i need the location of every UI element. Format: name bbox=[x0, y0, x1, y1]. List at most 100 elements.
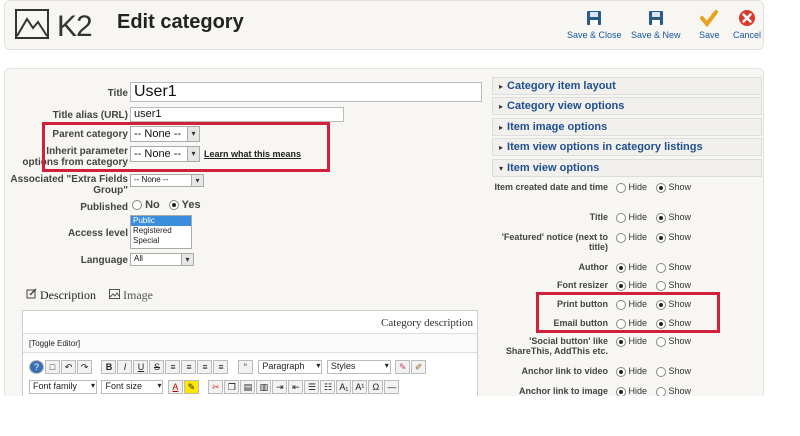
save-icon bbox=[587, 11, 602, 25]
extra-fields-select[interactable]: -- None -- ▾ bbox=[130, 174, 204, 187]
help-icon[interactable]: ? bbox=[29, 359, 44, 374]
option-label: Item created date and time bbox=[494, 182, 608, 192]
paste-icon[interactable]: ▤ bbox=[240, 379, 256, 394]
section-item-image-options[interactable]: ▸ Item image options bbox=[492, 118, 762, 136]
show-radio[interactable] bbox=[656, 262, 666, 273]
access-level-listbox[interactable]: Public Registered Special bbox=[130, 215, 192, 249]
paste-text-icon[interactable]: ▥ bbox=[256, 379, 272, 394]
show-radio[interactable] bbox=[656, 182, 666, 193]
access-option-special[interactable]: Special bbox=[131, 236, 191, 246]
option-featured-notice: 'Featured' notice (next to title) Hide S… bbox=[492, 232, 762, 256]
bold-icon[interactable]: B bbox=[101, 359, 117, 374]
hide-radio[interactable] bbox=[616, 336, 626, 347]
superscript-icon[interactable]: A¹ bbox=[352, 379, 368, 394]
toggle-editor-link[interactable]: [Toggle Editor] bbox=[29, 339, 80, 348]
tab-description-label: Description bbox=[40, 288, 96, 302]
paint-icon[interactable]: ✐ bbox=[411, 359, 427, 374]
hide-radio[interactable] bbox=[616, 232, 626, 243]
show-radio[interactable] bbox=[656, 212, 666, 223]
chevron-down-icon: ▾ bbox=[181, 254, 193, 265]
access-option-public[interactable]: Public bbox=[131, 216, 191, 226]
tab-description[interactable]: Description bbox=[26, 288, 99, 302]
hide-label: Hide bbox=[628, 336, 648, 346]
save-button[interactable]: Save bbox=[699, 9, 720, 40]
language-label: Language bbox=[80, 255, 128, 266]
access-option-registered[interactable]: Registered bbox=[131, 226, 191, 236]
show-radio[interactable] bbox=[656, 280, 666, 291]
section-item-view-options[interactable]: ▾ Item view options bbox=[492, 159, 762, 177]
title-label: Title bbox=[107, 88, 128, 99]
blockquote-icon[interactable]: “ bbox=[237, 359, 253, 374]
option-label: 'Social button' like ShareThis, AddThis … bbox=[505, 336, 608, 356]
image-icon bbox=[109, 289, 120, 299]
section-category-item-layout[interactable]: ▸ Category item layout bbox=[492, 77, 762, 95]
option-anchor-video: Anchor link to video Hide Show bbox=[492, 366, 762, 380]
font-family-select[interactable]: Font family ▾ bbox=[29, 379, 97, 394]
chevron-down-icon: ▾ bbox=[316, 360, 321, 370]
bullet-list-icon[interactable]: ☰ bbox=[304, 379, 320, 394]
hide-radio[interactable] bbox=[616, 262, 626, 273]
strikethrough-icon[interactable]: S bbox=[149, 359, 165, 374]
format-select[interactable]: Paragraph ▾ bbox=[258, 359, 323, 374]
text-color-icon[interactable]: A bbox=[167, 379, 183, 394]
special-char-icon[interactable]: Ω bbox=[368, 379, 384, 394]
language-select[interactable]: All ▾ bbox=[130, 253, 194, 266]
subscript-icon[interactable]: A₁ bbox=[336, 379, 352, 394]
check-icon bbox=[700, 10, 719, 27]
highlight-icon[interactable]: ✎ bbox=[183, 379, 199, 394]
chevron-down-icon: ▾ bbox=[191, 175, 203, 186]
outdent-icon[interactable]: ⇤ bbox=[288, 379, 304, 394]
title-input[interactable]: User1 bbox=[130, 82, 482, 102]
section-label: Category item layout bbox=[507, 80, 616, 92]
published-radio-group: No Yes bbox=[132, 199, 201, 211]
align-justify-icon[interactable]: ≡ bbox=[213, 359, 229, 374]
undo-icon[interactable]: ↶ bbox=[61, 359, 76, 374]
chevron-down-icon: ▾ bbox=[384, 360, 389, 370]
copy-icon[interactable]: ❐ bbox=[224, 379, 240, 394]
align-right-icon[interactable]: ≡ bbox=[197, 359, 213, 374]
published-no-radio[interactable] bbox=[132, 200, 142, 211]
save-new-button[interactable]: Save & New bbox=[631, 9, 681, 40]
show-radio[interactable] bbox=[656, 336, 666, 347]
extra-fields-value: -- None -- bbox=[134, 175, 169, 184]
published-yes-radio[interactable] bbox=[168, 200, 179, 211]
show-radio[interactable] bbox=[656, 366, 666, 377]
section-item-view-options-listings[interactable]: ▸ Item view options in category listings bbox=[492, 138, 762, 156]
cancel-label: Cancel bbox=[733, 30, 762, 40]
new-document-icon[interactable]: □ bbox=[45, 359, 60, 374]
option-label: Title bbox=[589, 212, 608, 222]
cut-icon[interactable]: ✂ bbox=[208, 379, 224, 394]
save-close-button[interactable]: Save & Close bbox=[567, 9, 622, 40]
hide-radio[interactable] bbox=[616, 280, 626, 291]
alias-input[interactable]: user1 bbox=[130, 107, 344, 122]
hide-radio[interactable] bbox=[616, 366, 626, 377]
eraser-icon[interactable]: ✎ bbox=[395, 359, 411, 374]
hide-label: Hide bbox=[628, 280, 648, 290]
published-label: Published bbox=[80, 202, 128, 213]
redo-icon[interactable]: ↷ bbox=[77, 359, 92, 374]
show-radio[interactable] bbox=[656, 232, 666, 243]
section-label: Item view options in category listings bbox=[507, 141, 703, 153]
option-label: Author bbox=[578, 262, 609, 272]
align-center-icon[interactable]: ≡ bbox=[181, 359, 197, 374]
numbered-list-icon[interactable]: ☷ bbox=[320, 379, 336, 394]
cancel-button[interactable]: Cancel bbox=[733, 9, 761, 40]
align-left-icon[interactable]: ≡ bbox=[165, 359, 181, 374]
access-level-label: Access level bbox=[67, 228, 128, 239]
option-label: 'Featured' notice (next to title) bbox=[501, 232, 608, 252]
italic-icon[interactable]: I bbox=[117, 359, 133, 374]
hide-radio[interactable] bbox=[616, 212, 626, 223]
font-size-select[interactable]: Font size ▾ bbox=[101, 379, 164, 394]
section-category-view-options[interactable]: ▸ Category view options bbox=[492, 97, 762, 115]
indent-icon[interactable]: ⇥ bbox=[272, 379, 288, 394]
section-label: Category view options bbox=[507, 100, 625, 112]
tab-image[interactable]: Image bbox=[109, 288, 153, 302]
styles-select[interactable]: Styles ▾ bbox=[326, 359, 391, 374]
toolbar-header: K2 Edit category Save & Close Save & New… bbox=[4, 0, 764, 50]
option-created-date: Item created date and time Hide Show bbox=[492, 182, 762, 206]
underline-icon[interactable]: U bbox=[133, 359, 149, 374]
hide-radio[interactable] bbox=[616, 182, 626, 193]
horizontal-rule-icon[interactable]: — bbox=[384, 379, 400, 394]
page-title: Edit category bbox=[117, 11, 244, 33]
section-label: Item image options bbox=[507, 121, 608, 133]
